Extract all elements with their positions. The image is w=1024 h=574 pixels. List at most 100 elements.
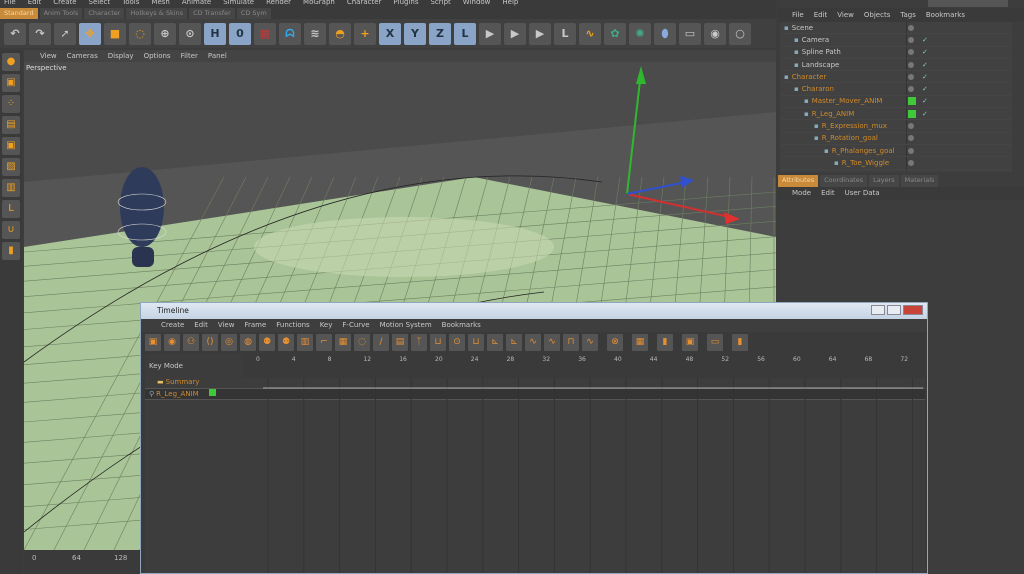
edges-icon[interactable]: ▤ xyxy=(2,116,20,134)
timeline-tool-icon[interactable]: ▮ xyxy=(732,334,748,351)
viewport-menu-item[interactable]: Options xyxy=(144,50,171,62)
move-icon[interactable]: ✥ xyxy=(79,22,101,45)
object-row[interactable]: ▪ Scene xyxy=(780,22,1012,35)
z-axis-icon[interactable]: Z xyxy=(429,22,451,45)
enabled-check-icon[interactable]: ✓ xyxy=(922,36,928,44)
timeline-tool-icon[interactable]: ⚉ xyxy=(259,334,275,351)
model-mode-icon[interactable]: ⊙ xyxy=(179,22,201,45)
enabled-check-icon[interactable]: ✓ xyxy=(922,48,928,56)
layout-selector[interactable] xyxy=(928,0,1008,7)
timeline-menu-item[interactable]: Key xyxy=(320,319,333,332)
visibility-toggle[interactable] xyxy=(908,86,914,93)
visibility-toggle[interactable] xyxy=(908,49,914,56)
timeline-tool-icon[interactable]: ⚇ xyxy=(183,334,199,351)
camera-icon[interactable]: ◉ xyxy=(704,22,726,45)
om-menu-item[interactable]: View xyxy=(837,8,854,22)
undo-icon[interactable]: ↶ xyxy=(4,22,26,45)
redo-icon[interactable]: ↷ xyxy=(29,22,51,45)
h-icon[interactable]: H xyxy=(204,22,226,45)
timeline-tool-icon[interactable]: ◌ xyxy=(354,334,370,351)
viewport-menu-item[interactable]: Cameras xyxy=(67,50,98,62)
timeline-tool-icon[interactable]: ∿ xyxy=(544,334,560,351)
timeline-menu-item[interactable]: Bookmarks xyxy=(442,319,481,332)
timeline-tool-icon[interactable]: ⚉ xyxy=(278,334,294,351)
timeline-menu-item[interactable]: Motion System xyxy=(380,319,432,332)
attribute-tab[interactable]: Layers xyxy=(869,175,899,187)
menu-item-plugins[interactable]: Plugins xyxy=(393,0,418,8)
visibility-toggle[interactable] xyxy=(908,24,914,31)
green-tag[interactable] xyxy=(208,389,216,396)
deformer-icon[interactable]: ⬮ xyxy=(654,22,676,45)
object-row[interactable]: ▪ R_Rotation_goal xyxy=(780,133,1012,145)
object-row[interactable]: ▪ R_Leg_ANIM ✓ xyxy=(780,108,1012,121)
select-icon[interactable]: ➚ xyxy=(54,22,76,45)
palette-tab[interactable]: CD Sym xyxy=(236,8,271,19)
menu-item-tools[interactable]: Tools xyxy=(122,0,139,8)
timeline-tool-icon[interactable]: ▭ xyxy=(707,334,723,351)
points-icon[interactable]: ⁘ xyxy=(2,95,20,113)
menu-item-edit[interactable]: Edit xyxy=(28,0,42,8)
object-row[interactable]: ▪ Master_Mover_ANIM ✓ xyxy=(780,96,1012,109)
menu-item-file[interactable]: File xyxy=(4,0,16,8)
scene-icon[interactable]: ▭ xyxy=(679,22,701,45)
timeline-tool-icon[interactable]: ▦ xyxy=(632,334,648,351)
viewport-menu-item[interactable]: Panel xyxy=(208,50,227,62)
timeline-tool-icon[interactable]: ⌐ xyxy=(316,334,332,351)
polygons-icon[interactable]: ▣ xyxy=(2,137,20,155)
menu-item-create[interactable]: Create xyxy=(53,0,76,8)
om-menu-item[interactable]: File xyxy=(792,8,804,22)
render-pie-icon[interactable]: ◓ xyxy=(329,22,351,45)
object-row[interactable]: ▪ R_Phalanges_goal xyxy=(780,145,1012,158)
timeline-tool-icon[interactable]: ▦ xyxy=(335,334,351,351)
timeline-tool-icon[interactable]: ∿ xyxy=(525,334,541,351)
object-row[interactable]: ▪ R_Toe_Wiggle xyxy=(780,157,1012,170)
palette-tab[interactable]: CD Transfer xyxy=(189,8,235,19)
timeline-ruler[interactable]: 0 4 8 12 16 20 24 28 32 36 40 44 48 52 56 60 64 68 72 xyxy=(256,354,924,368)
object-row[interactable]: ▪ Chararon ✓ xyxy=(780,83,1012,96)
visibility-toggle[interactable] xyxy=(908,97,916,106)
texture-icon[interactable]: ▨ xyxy=(2,158,20,176)
menu-item-render[interactable]: Render xyxy=(266,0,291,8)
l0-icon[interactable]: L xyxy=(554,22,576,45)
close-button[interactable] xyxy=(903,305,923,315)
minimize-button[interactable] xyxy=(871,305,885,315)
timeline-tool-icon[interactable]: ▮ xyxy=(657,334,673,351)
om-menu-item[interactable]: Edit xyxy=(814,8,828,22)
cube-icon[interactable]: ▣ xyxy=(2,74,20,92)
menu-item-character[interactable]: Character xyxy=(347,0,382,8)
lock-icon[interactable]: ▮ xyxy=(2,242,20,260)
om-menu-item[interactable]: Objects xyxy=(864,8,890,22)
timeline-menu-item[interactable]: Create xyxy=(161,319,184,332)
light-icon[interactable]: ○ xyxy=(729,22,751,45)
x-axis-icon[interactable]: X xyxy=(379,22,401,45)
timeline-tool-icon[interactable]: ⊔ xyxy=(430,334,446,351)
timeline-tool-icon[interactable]: ᛉ xyxy=(411,334,427,351)
menu-item-script[interactable]: Script xyxy=(430,0,450,8)
enabled-check-icon[interactable]: ✓ xyxy=(922,97,928,105)
magnet-icon[interactable]: ∪ xyxy=(2,221,20,239)
timeline-tool-icon[interactable]: () xyxy=(202,334,218,351)
sim-icon[interactable]: ≋ xyxy=(304,22,326,45)
timeline-tool-icon[interactable]: ◍ xyxy=(240,334,256,351)
render-settings-icon[interactable]: ▶ xyxy=(529,22,551,45)
timeline-tool-icon[interactable]: ◎ xyxy=(221,334,237,351)
timeline-grid[interactable] xyxy=(263,378,923,573)
visibility-toggle[interactable] xyxy=(908,123,914,130)
timeline-menu-item[interactable]: View xyxy=(218,319,235,332)
object-tree[interactable]: ▪ Scene ▪ Camera ✓ ▪ Spline Path ✓ ▪ Landscape ✓ ▪ C… xyxy=(780,22,1012,172)
visibility-toggle[interactable] xyxy=(908,147,914,154)
timeline-menu-item[interactable]: Frame xyxy=(244,319,266,332)
o-icon[interactable]: 0 xyxy=(229,22,251,45)
timeline-tool-icon[interactable]: ◉ xyxy=(164,334,180,351)
timeline-tool-icon[interactable]: ▣ xyxy=(682,334,698,351)
timeline-tool-icon[interactable]: ∿ xyxy=(582,334,598,351)
light-bulb-icon[interactable]: ● xyxy=(2,53,20,71)
y-axis-icon[interactable]: Y xyxy=(404,22,426,45)
visibility-toggle[interactable] xyxy=(908,159,914,166)
timeline-tool-icon[interactable]: ▤ xyxy=(392,334,408,351)
timeline-tool-icon[interactable]: ⊾ xyxy=(506,334,522,351)
palette-tab[interactable]: Anim Tools xyxy=(39,8,83,19)
timeline-menu-item[interactable]: Edit xyxy=(194,319,208,332)
enabled-check-icon[interactable]: ✓ xyxy=(922,73,928,81)
attribute-menu-item[interactable]: User Data xyxy=(845,187,880,200)
